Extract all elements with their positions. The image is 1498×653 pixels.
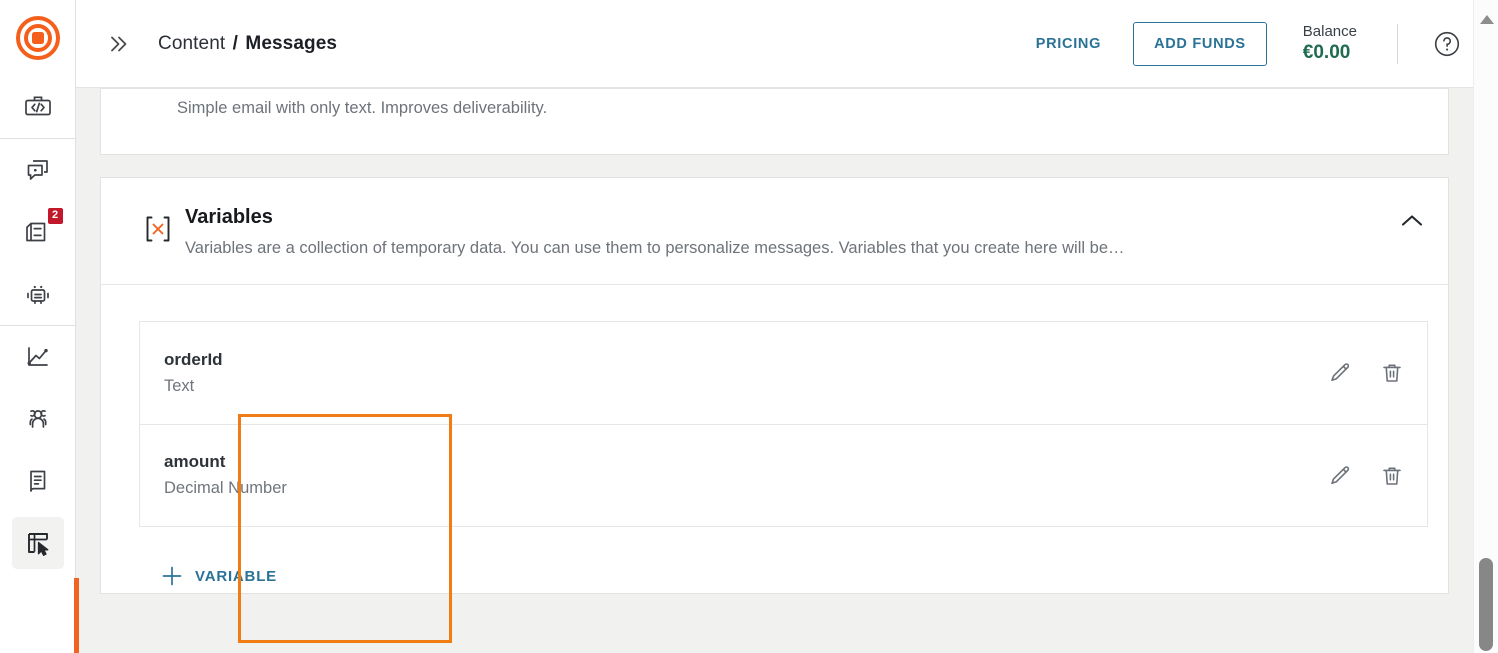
variable-name: orderId	[164, 349, 223, 369]
add-variable-label: VARIABLE	[195, 567, 277, 585]
page-scrollbar[interactable]	[1473, 88, 1498, 653]
variables-list: orderId Text amount Decimal Number	[139, 321, 1428, 528]
trash-icon	[1383, 467, 1401, 485]
help-circle-icon	[1434, 31, 1460, 56]
bracket-x-variable-icon	[146, 216, 170, 242]
scroll-up-arrow-icon	[1474, 10, 1498, 28]
variables-card-header[interactable]: Variables Variables are a collection of …	[101, 178, 1448, 286]
page-content: Simple email with only text. Improves de…	[76, 88, 1473, 653]
breadcrumb-separator: /	[232, 32, 239, 54]
app-logo[interactable]	[0, 0, 76, 76]
top-bar-divider	[1397, 23, 1398, 64]
add-variable-row: VARIABLE	[139, 527, 1428, 593]
content-cursor-icon	[27, 533, 48, 556]
scrollbar-thumb[interactable]	[1479, 558, 1493, 651]
add-funds-button[interactable]: ADD FUNDS	[1133, 21, 1267, 66]
trash-icon	[1383, 364, 1401, 382]
card-gap	[100, 155, 1449, 177]
variables-title: Variables	[185, 206, 273, 228]
content-scroll-area: Simple email with only text. Improves de…	[76, 88, 1498, 653]
balance-value: €0.00	[1302, 42, 1351, 64]
edit-variable-button[interactable]	[1323, 356, 1357, 390]
variables-card: Variables Variables are a collection of …	[100, 177, 1449, 595]
robot-icon	[26, 285, 49, 305]
breadcrumb-current: Messages	[245, 32, 338, 54]
expand-sidebar-button[interactable]	[98, 24, 138, 64]
sidebar-group-dev	[0, 76, 75, 138]
main-region: Content / Messages PRICING ADD FUNDS Bal…	[76, 0, 1498, 653]
variables-description: Variables are a collection of temporary …	[185, 239, 1125, 257]
variable-name: amount	[164, 452, 226, 472]
pencil-icon	[1331, 363, 1350, 382]
add-variable-button[interactable]: VARIABLE	[157, 559, 281, 593]
plus-icon	[162, 566, 182, 586]
sidebar-group-data	[0, 326, 75, 574]
code-embed-icon	[24, 96, 51, 116]
balance-label: Balance	[1302, 22, 1357, 40]
sidebar-item-conversations[interactable]	[12, 144, 64, 196]
breadcrumb: Content / Messages	[158, 33, 337, 55]
sidebar-group-messaging: 2	[0, 139, 75, 325]
variable-row-actions	[1323, 356, 1409, 390]
variable-info: orderId Text	[164, 348, 1323, 399]
plain-text-email-subtitle: Simple email with only text. Improves de…	[177, 99, 548, 117]
scroll-up-button[interactable]	[1473, 0, 1498, 88]
help-button[interactable]	[1430, 27, 1464, 61]
pricing-button[interactable]: PRICING	[1022, 26, 1115, 62]
sidebar-item-content[interactable]	[11, 517, 64, 569]
analytics-chart-icon	[27, 347, 48, 366]
balance-display: Balance €0.00	[1303, 23, 1357, 64]
pencil-icon	[1331, 465, 1350, 484]
sidebar-item-inbox[interactable]: 2	[12, 206, 64, 258]
people-group-icon	[28, 409, 47, 428]
left-sidebar: 2	[0, 0, 76, 653]
variables-card-body: orderId Text amount Decimal Number VARIA…	[101, 285, 1448, 594]
sidebar-item-developers[interactable]	[12, 81, 64, 133]
double-chevron-right-icon	[111, 36, 127, 51]
chat-copy-icon	[27, 160, 48, 180]
variable-type: Decimal Number	[164, 479, 287, 498]
edit-variable-button[interactable]	[1323, 459, 1357, 493]
breadcrumb-parent[interactable]: Content	[158, 33, 225, 54]
active-nav-accent-bar	[74, 578, 79, 653]
top-bar: Content / Messages PRICING ADD FUNDS Bal…	[76, 0, 1498, 88]
sidebar-item-analytics[interactable]	[12, 331, 64, 383]
table-row[interactable]: orderId Text	[139, 321, 1428, 425]
sidebar-item-bots[interactable]	[12, 268, 64, 320]
book-icon	[29, 470, 45, 492]
variables-collapse-button[interactable]	[1396, 206, 1428, 234]
sidebar-item-knowledge[interactable]	[12, 455, 64, 507]
variables-icon-wrap	[139, 204, 185, 253]
plain-text-email-card[interactable]: Simple email with only text. Improves de…	[100, 88, 1449, 155]
top-bar-actions: PRICING ADD FUNDS Balance €0.00	[1022, 21, 1498, 66]
chevron-up-icon	[1401, 214, 1423, 226]
delete-variable-button[interactable]	[1375, 459, 1409, 493]
variable-type: Text	[164, 376, 195, 395]
variables-header-text: Variables Variables are a collection of …	[185, 204, 1426, 260]
sidebar-badge-inbox: 2	[47, 208, 63, 224]
variable-row-actions	[1323, 459, 1409, 493]
table-row[interactable]: amount Decimal Number	[139, 424, 1428, 528]
sidebar-item-contacts[interactable]	[12, 393, 64, 445]
app-root: 2 Content / Messages PRICING ADD FUNDS B…	[0, 0, 1498, 653]
variable-info: amount Decimal Number	[164, 450, 1323, 501]
delete-variable-button[interactable]	[1375, 356, 1409, 390]
target-logo-icon	[15, 16, 60, 60]
